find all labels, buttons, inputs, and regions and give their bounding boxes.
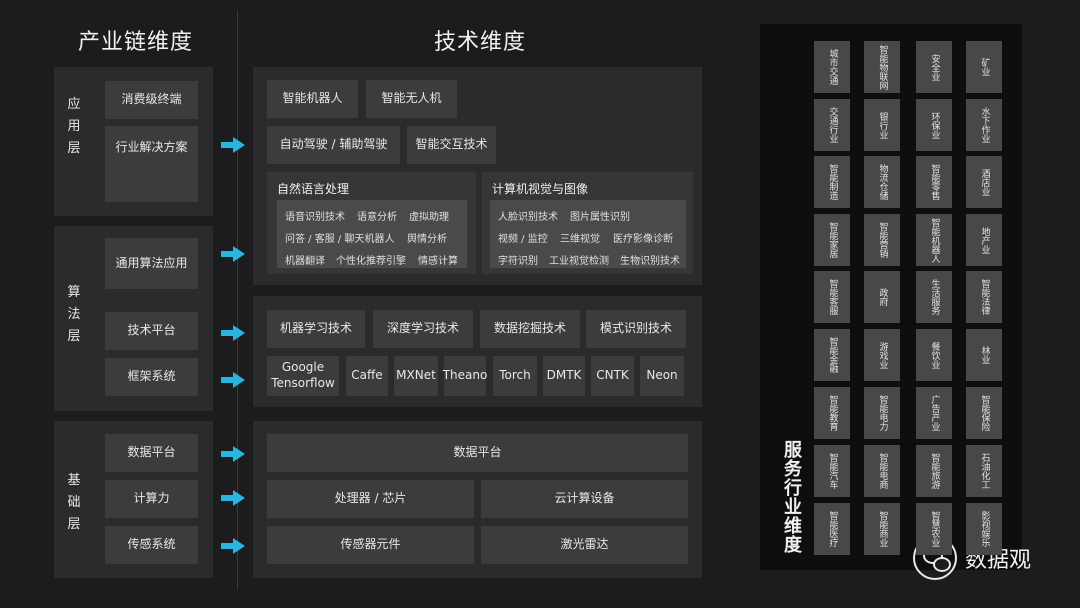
cv-title: 计算机视觉与图像 — [492, 182, 589, 196]
nlp-tag: 问答 / 客服 / 聊天机器人 — [285, 234, 395, 245]
industry-item: 环保业 — [916, 99, 952, 151]
cv-tag: 图片属性识别 — [570, 212, 630, 223]
framework-system-box: 框架系统 — [105, 358, 198, 396]
technology-heading: 技术维度 — [434, 30, 527, 55]
machine-learning-box: 机器学习技术 — [267, 310, 365, 348]
framework-neon: Neon — [640, 356, 684, 396]
general-algorithm-box: 通用算法应用 — [105, 238, 198, 289]
sensing-system-box: 传感系统 — [105, 526, 198, 564]
industry-item: 智能法律 — [966, 271, 1002, 323]
arrow-right-icon — [221, 446, 245, 462]
arrow-right-icon — [221, 137, 245, 153]
framework-mxnet: MXNet — [394, 356, 438, 396]
arrow-right-icon — [221, 490, 245, 506]
service-heading: 服务行业维度 — [781, 440, 802, 554]
industry-item: 游戏业 — [864, 329, 900, 381]
industry-item: 智能医疗 — [814, 503, 850, 555]
computing-power-box: 计算力 — [105, 480, 198, 518]
industry-item: 城市交通 — [814, 41, 850, 93]
cv-tag: 视频 / 监控 — [498, 234, 548, 245]
industry-item: 智能物联网 — [864, 41, 900, 93]
industry-item: 林业 — [966, 329, 1002, 381]
industry-item: 智能金融 — [814, 329, 850, 381]
arrow-right-icon — [221, 246, 245, 262]
arrow-right-icon — [221, 538, 245, 554]
nlp-tag: 舆情分析 — [407, 234, 447, 245]
cv-tag: 人脸识别技术 — [498, 212, 558, 223]
smart-robot-box: 智能机器人 — [267, 80, 358, 118]
industry-item: 智能汽车 — [814, 445, 850, 497]
cv-tag: 医疗影像诊断 — [613, 234, 673, 245]
pattern-recognition-box: 模式识别技术 — [586, 310, 686, 348]
nlp-tag: 虚拟助理 — [409, 212, 449, 223]
cv-tag: 工业视觉检测 — [549, 256, 609, 267]
industry-item: 智能电商 — [864, 445, 900, 497]
nlp-tag: 语意分析 — [357, 212, 397, 223]
framework-caffe: Caffe — [346, 356, 388, 396]
lidar-box: 激光雷达 — [481, 526, 688, 564]
industry-item: 智能家居 — [814, 214, 850, 266]
cv-tag: 生物识别技术 — [620, 256, 680, 267]
smart-drone-box: 智能无人机 — [366, 80, 457, 118]
autonomous-driving-box: 自动驾驶 / 辅助驾驶 — [267, 126, 400, 164]
industry-item: 安全业 — [916, 41, 952, 93]
tech-platform-box: 技术平台 — [105, 312, 198, 350]
industry-item: 酒店业 — [966, 156, 1002, 208]
industry-item: 智能电力 — [864, 387, 900, 439]
cv-tag: 三维视觉 — [560, 234, 600, 245]
industry-item: 智能商业 — [864, 503, 900, 555]
tech-data-platform-box: 数据平台 — [267, 434, 688, 472]
industry-item: 政府 — [864, 271, 900, 323]
cloud-device-box: 云计算设备 — [481, 480, 688, 518]
industry-item: 智能教育 — [814, 387, 850, 439]
industry-item: 智能保险 — [966, 387, 1002, 439]
framework-dmtk: DMTK — [543, 356, 585, 396]
industry-item: 交通行业 — [814, 99, 850, 151]
nlp-tag: 个性化推荐引擎 — [336, 256, 406, 267]
deep-learning-box: 深度学习技术 — [373, 310, 473, 348]
industry-item: 智能制造 — [814, 156, 850, 208]
industry-solution-box: 行业解决方案 — [105, 126, 198, 202]
application-layer-label: 应用层 — [67, 97, 81, 156]
arrow-right-icon — [221, 325, 245, 341]
industry-item: 银行业 — [864, 99, 900, 151]
smart-interaction-box: 智能交互技术 — [407, 126, 496, 164]
industry-item: 生活服务 — [916, 271, 952, 323]
foundation-layer-label: 基础层 — [67, 473, 81, 532]
framework-theano: Theano — [443, 356, 487, 396]
industry-item: 矿业 — [966, 41, 1002, 93]
data-platform-box: 数据平台 — [105, 434, 198, 472]
processor-chip-box: 处理器 / 芯片 — [267, 480, 474, 518]
industry-item: 智能旅游 — [916, 445, 952, 497]
industry-item: 智能零售 — [916, 156, 952, 208]
nlp-tag: 语音识别技术 — [285, 212, 345, 223]
industry-item: 餐饮业 — [916, 329, 952, 381]
nlp-title: 自然语言处理 — [277, 182, 350, 196]
framework-torch: Torch — [493, 356, 537, 396]
industry-item: 智慧农业 — [916, 503, 952, 555]
sensor-component-box: 传感器元件 — [267, 526, 474, 564]
consumer-terminal-box: 消费级终端 — [105, 81, 198, 119]
industry-item: 地产业 — [966, 214, 1002, 266]
framework-cntk: CNTK — [591, 356, 634, 396]
industry-item: 智能营销 — [864, 214, 900, 266]
nlp-tag: 机器翻译 — [285, 256, 325, 267]
industry-item: 水下作业 — [966, 99, 1002, 151]
industry-item: 智能客服 — [814, 271, 850, 323]
algorithm-layer-label: 算法层 — [67, 285, 81, 344]
nlp-tag: 情感计算 — [418, 256, 458, 267]
industry-item: 影视娱乐 — [966, 503, 1002, 555]
industry-chain-heading: 产业链维度 — [78, 30, 194, 55]
industry-item: 物流仓储 — [864, 156, 900, 208]
cv-tag: 字符识别 — [498, 256, 538, 267]
industry-item: 广告产业 — [916, 387, 952, 439]
arrow-right-icon — [221, 372, 245, 388]
industry-item: 石油化工 — [966, 445, 1002, 497]
framework-tensorflow: Google Tensorflow — [267, 356, 339, 396]
industry-item: 智能机器人 — [916, 214, 952, 266]
data-mining-box: 数据挖掘技术 — [480, 310, 580, 348]
